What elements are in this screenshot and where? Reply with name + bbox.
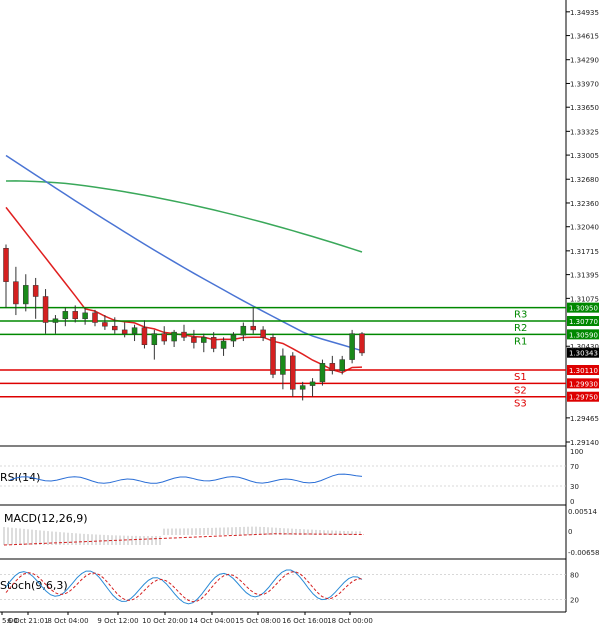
candle-body	[62, 311, 69, 320]
level-price-label: 1.29930	[569, 380, 598, 388]
level-name-label: S3	[514, 399, 527, 410]
level-name-label: R3	[514, 310, 527, 321]
macd-tick-label: 0.00514	[568, 508, 597, 516]
time-tick-label: 16 Oct 16:00	[282, 617, 328, 625]
level-name-label: S2	[514, 385, 527, 396]
candle-body	[339, 359, 345, 371]
candle-body	[102, 322, 108, 327]
price-tick-label: 1.33325	[570, 128, 599, 136]
candle-body	[309, 381, 316, 386]
candle-body	[290, 355, 296, 390]
candle-body	[220, 340, 227, 349]
candle-body	[151, 333, 158, 346]
level-name-label: R1	[514, 336, 527, 347]
level-name-label: S1	[514, 372, 527, 383]
price-tick-label: 1.29140	[570, 439, 599, 447]
candle-body	[72, 311, 78, 320]
price-tick-label: 1.34935	[570, 9, 599, 17]
price-tick-label: 1.29465	[570, 415, 599, 423]
macd-tick-label: -0.00658	[568, 549, 599, 557]
candle-body	[32, 285, 39, 297]
candle-body	[141, 327, 148, 346]
chart-canvas: 1.30950 1.30770 1.30590 1.30110 1.29930 1.297…	[0, 0, 600, 628]
candle-body	[52, 318, 59, 323]
candle-body	[171, 331, 177, 342]
price-tick-label: 1.34615	[570, 33, 599, 41]
candle-body	[319, 363, 326, 383]
candle-body	[112, 325, 118, 331]
price-tick-label: 1.31075	[570, 295, 599, 303]
price-tick-label: 1.32360	[570, 200, 599, 208]
candle-body	[181, 331, 187, 338]
time-tick-label: 18 Oct 00:00	[327, 617, 373, 625]
price-tick-label: 1.33970	[570, 80, 599, 88]
time-tick-label: 8 Oct 04:00	[47, 617, 88, 625]
candle-body	[92, 312, 98, 323]
candle-body	[299, 385, 306, 390]
rsi-tick-label: 30	[570, 483, 579, 491]
candle-body	[240, 325, 247, 336]
macd-title: MACD(12,26,9)	[4, 512, 88, 525]
forex-chart: 1.30950 1.30770 1.30590 1.30110 1.29930 1.297…	[0, 0, 600, 628]
rsi-tick-label: 0	[570, 498, 574, 506]
candle-body	[131, 327, 138, 334]
candle-body	[270, 337, 276, 375]
price-tick-label: 1.33650	[570, 104, 599, 112]
level-name-label: R2	[514, 323, 527, 334]
candle-body	[82, 312, 88, 320]
level-price-label: 1.30110	[569, 367, 598, 375]
candle-body	[23, 285, 29, 305]
stoch-tick-label: 80	[570, 571, 579, 579]
rsi-tick-label: 100	[570, 448, 583, 456]
price-tick-label: 1.32680	[570, 176, 599, 184]
level-price-label: 1.30590	[569, 331, 598, 339]
stoch-tick-label: 20	[570, 597, 579, 605]
time-tick-label: 9 Oct 12:00	[97, 617, 138, 625]
level-price-label: 1.30950	[569, 305, 598, 313]
candle-body	[349, 333, 355, 360]
level-price-label: 1.29750	[569, 394, 598, 402]
rsi-tick-label: 70	[570, 463, 579, 471]
candle-body	[210, 337, 217, 349]
price-tick-label: 1.33005	[570, 152, 599, 160]
candle-body	[260, 329, 266, 338]
price-tick-label: 1.31715	[570, 248, 599, 256]
candle-body	[359, 333, 365, 354]
time-tick-label: 10 Oct 20:00	[142, 617, 188, 625]
level-price-label: 1.30770	[569, 318, 598, 326]
candle-body	[121, 329, 128, 334]
price-tick-label: 1.31395	[570, 272, 599, 280]
candle-body	[42, 296, 49, 323]
candle-body	[329, 363, 336, 371]
candle-body	[201, 337, 207, 343]
candle-body	[3, 248, 9, 282]
candle-body	[161, 333, 167, 342]
candle-body	[250, 325, 256, 331]
time-tick-label: 14 Oct 04:00	[189, 617, 235, 625]
price-tick-label: 1.30430	[570, 343, 599, 351]
candle-body	[230, 334, 237, 342]
candle-body	[13, 281, 19, 305]
time-tick-label: 6 Oct 21:01	[7, 617, 48, 625]
price-tick-label: 1.32040	[570, 224, 599, 232]
macd-tick-label: 0	[568, 528, 572, 536]
price-tick-label: 1.34290	[570, 57, 599, 65]
candle-body	[191, 337, 197, 343]
candle-body	[280, 355, 286, 375]
time-tick-label: 15 Oct 08:00	[235, 617, 281, 625]
